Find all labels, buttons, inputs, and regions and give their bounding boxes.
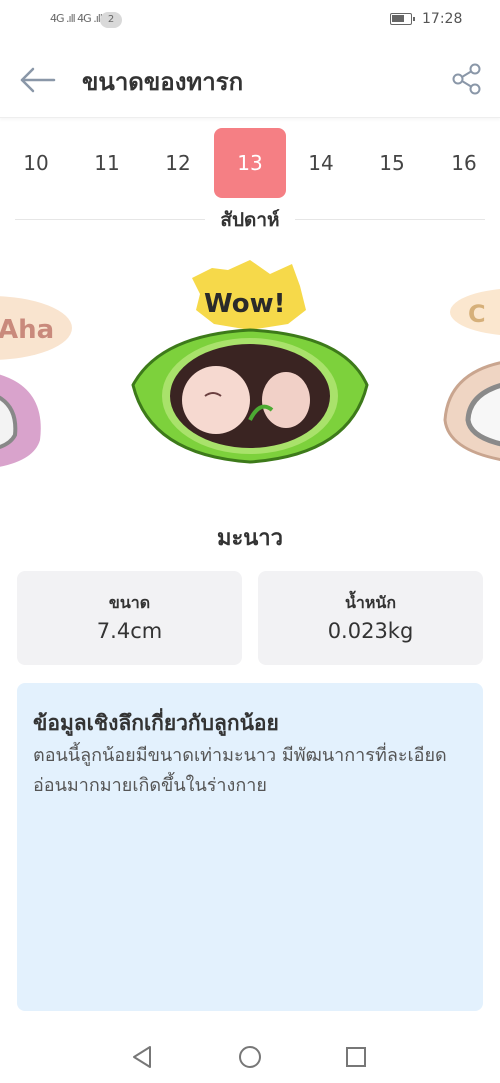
circle-home-icon bbox=[239, 1046, 261, 1068]
signal-icon: 4G .ıll 4G .ıll bbox=[50, 12, 103, 25]
square-recents-icon bbox=[346, 1047, 366, 1067]
bubble-text-left: Aha bbox=[0, 315, 54, 345]
week-item[interactable]: 16 bbox=[428, 128, 500, 198]
week-item[interactable]: 12 bbox=[142, 128, 214, 198]
share-icon bbox=[452, 63, 481, 95]
nav-home-button[interactable] bbox=[235, 1042, 265, 1072]
week-label: สัปดาห์ bbox=[220, 209, 280, 231]
baby-head bbox=[182, 366, 250, 434]
weight-value: 0.023kg bbox=[327, 619, 414, 643]
fruit-carousel[interactable]: Aha Wow! C bbox=[0, 250, 500, 490]
wow-text: Wow! bbox=[204, 289, 286, 319]
arrow-left-icon bbox=[20, 67, 56, 93]
next-fruit-illustration[interactable]: C bbox=[443, 288, 500, 465]
battery-icon bbox=[390, 13, 415, 25]
status-bar: 4G .ıll 4G .ıll 2 17:28 bbox=[0, 0, 500, 40]
nav-back-button[interactable] bbox=[128, 1042, 158, 1072]
system-nav-bar bbox=[0, 1030, 500, 1083]
week-item-selected[interactable]: 13 bbox=[214, 128, 286, 198]
insight-title: ข้อมูลเชิงลึกเกี่ยวกับลูกน้อย bbox=[33, 711, 279, 735]
week-item[interactable]: 11 bbox=[71, 128, 143, 198]
insight-card: ข้อมูลเชิงลึกเกี่ยวกับลูกน้อย ตอนนี้ลูกน… bbox=[17, 683, 483, 1011]
week-item[interactable]: 15 bbox=[356, 128, 428, 198]
page-title: ขนาดของทารก bbox=[82, 68, 244, 96]
weight-label: น้ำหนัก bbox=[344, 593, 397, 612]
nav-recents-button[interactable] bbox=[341, 1042, 371, 1072]
week-selector: 10 11 12 13 14 15 16 bbox=[0, 128, 500, 200]
week-item[interactable]: 10 bbox=[0, 128, 72, 198]
fruit-name: มะนาว bbox=[216, 526, 284, 551]
carousel-illustration: Aha Wow! C bbox=[0, 260, 500, 471]
weight-card: น้ำหนัก 0.023kg bbox=[258, 571, 483, 665]
battery-level bbox=[392, 15, 404, 22]
lime-illustration: Wow! bbox=[131, 260, 369, 464]
baby-body bbox=[262, 372, 310, 428]
bubble-text-right: C bbox=[468, 300, 486, 328]
triangle-back-icon bbox=[133, 1046, 151, 1068]
size-value: 7.4cm bbox=[96, 619, 163, 643]
week-item[interactable]: 14 bbox=[285, 128, 357, 198]
insight-body: ตอนนี้ลูกน้อยมีขนาดเท่ามะนาว มีพัฒนาการท… bbox=[33, 745, 447, 796]
back-button[interactable] bbox=[18, 60, 58, 100]
app-bar: ขนาดของทารก bbox=[0, 40, 500, 118]
size-card: ขนาด 7.4cm bbox=[17, 571, 242, 665]
previous-fruit-illustration[interactable]: Aha bbox=[0, 296, 72, 471]
share-button[interactable] bbox=[450, 62, 484, 96]
status-time: 17:28 bbox=[422, 11, 463, 27]
sim-badge: 2 bbox=[100, 12, 122, 28]
size-label: ขนาด bbox=[108, 593, 151, 612]
